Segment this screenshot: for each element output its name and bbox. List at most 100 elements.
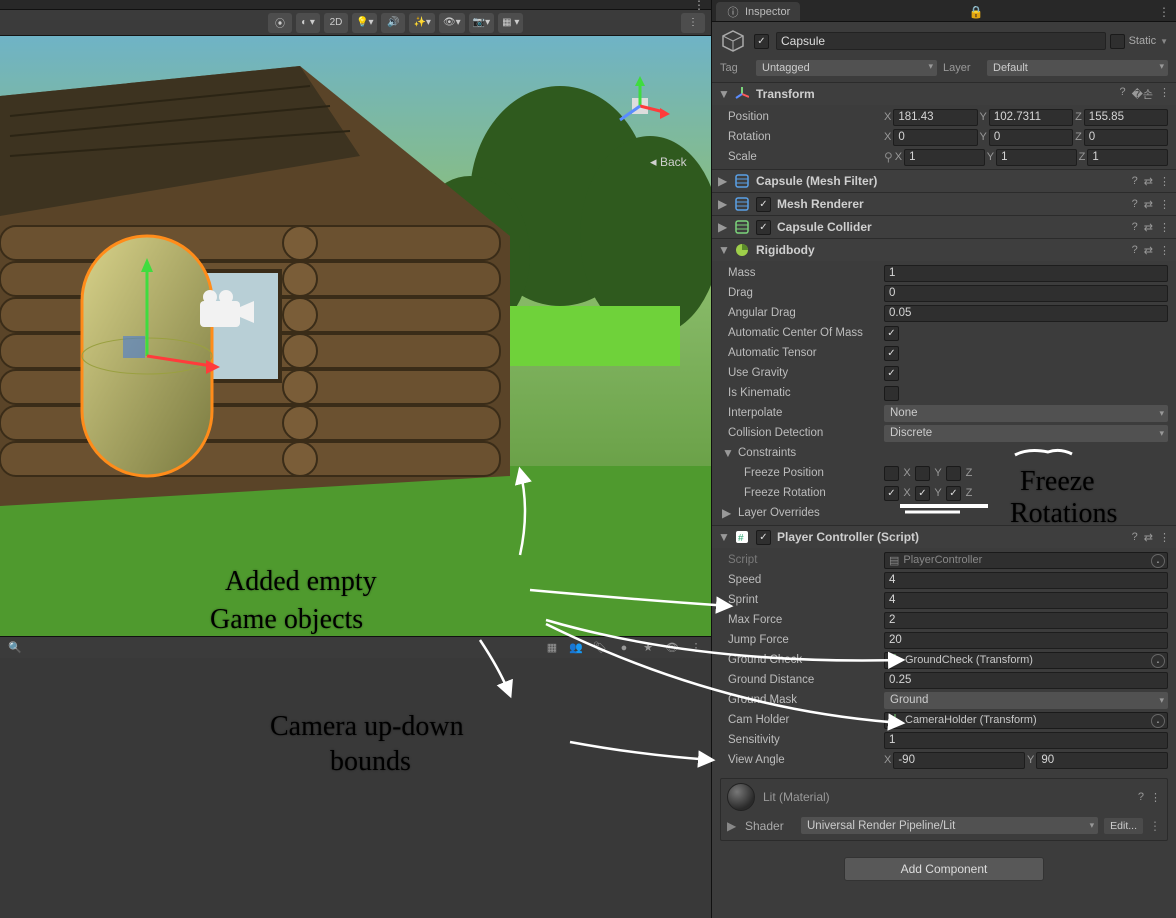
sb-icon-warning[interactable]: ● xyxy=(615,640,633,656)
scene-tool-hidden[interactable]: 👁▾ xyxy=(439,13,465,33)
viewangle-x[interactable] xyxy=(893,752,1025,769)
dd-collision[interactable]: Discrete xyxy=(884,425,1168,442)
menu-icon[interactable]: ⋮ xyxy=(1159,531,1170,544)
component-header-playercontroller[interactable]: ▼ # Player Controller (Script) ?⇄⋮ xyxy=(712,526,1176,548)
chk-kinematic[interactable] xyxy=(884,386,899,401)
static-checkbox[interactable] xyxy=(1110,34,1125,49)
scale-x[interactable] xyxy=(904,149,985,166)
scene-tool-2d[interactable]: 2D xyxy=(324,13,348,33)
rotation-z[interactable] xyxy=(1084,129,1168,146)
dd-interpolate[interactable]: None xyxy=(884,405,1168,422)
viewangle-y[interactable] xyxy=(1036,752,1168,769)
chk-autotensor[interactable] xyxy=(884,346,899,361)
sb-icon-menu[interactable]: ⋮ xyxy=(687,640,705,656)
help-icon[interactable]: ? xyxy=(1132,531,1138,544)
component-header-collapsed-1[interactable]: ▶ Mesh Renderer ?⇄⋮ xyxy=(712,193,1176,215)
scene-tool-menu[interactable]: ⋮ xyxy=(681,13,705,33)
scene-tool-shading[interactable]: ◐ ▾ xyxy=(296,13,320,33)
freezepos-y[interactable] xyxy=(915,466,930,481)
menu-icon[interactable]: ⋮ xyxy=(1159,244,1170,257)
freezepos-z[interactable] xyxy=(946,466,961,481)
dd-groundmask[interactable]: Ground xyxy=(884,692,1168,709)
scene-tool-gizmos[interactable]: ▦ ▾ xyxy=(498,13,523,33)
freezerot-x[interactable] xyxy=(884,486,899,501)
freezerot-z[interactable] xyxy=(946,486,961,501)
help-icon[interactable]: ? xyxy=(1132,244,1138,257)
scene-tool-light[interactable]: 💡▾ xyxy=(352,13,377,33)
help-icon[interactable]: ? xyxy=(1132,221,1138,234)
freezepos-x[interactable] xyxy=(884,466,899,481)
add-component-button[interactable]: Add Component xyxy=(844,857,1044,881)
link-icon[interactable]: ⚲ xyxy=(884,150,893,164)
menu-icon[interactable]: ⋮ xyxy=(1150,791,1161,804)
field-groundcheck[interactable]: GroundCheck (Transform) xyxy=(884,652,1168,669)
position-z[interactable] xyxy=(1084,109,1168,126)
field-sensitivity[interactable] xyxy=(884,732,1168,749)
component-header-collapsed-0[interactable]: ▶ Capsule (Mesh Filter) ?⇄⋮ xyxy=(712,170,1176,192)
component-enable-checkbox[interactable] xyxy=(756,197,771,212)
label-layeroverrides[interactable]: Layer Overrides xyxy=(736,507,896,519)
field-script[interactable]: ▤PlayerController xyxy=(884,552,1168,569)
preset-icon[interactable]: ⇄ xyxy=(1144,531,1153,544)
sb-icon-star[interactable]: ★ xyxy=(639,640,657,656)
freezerot-y[interactable] xyxy=(915,486,930,501)
component-header-collapsed-2[interactable]: ▶ Capsule Collider ?⇄⋮ xyxy=(712,216,1176,238)
scene-tool-audio[interactable]: 🔊 xyxy=(381,13,405,33)
sb-icon-hidden[interactable]: 👁 xyxy=(663,640,681,656)
field-maxforce[interactable] xyxy=(884,612,1168,629)
scene-tool-fx[interactable]: ✨▾ xyxy=(409,13,434,33)
menu-icon[interactable]: ⋮ xyxy=(1159,86,1170,102)
sb-icon-grid[interactable]: ▦ xyxy=(543,640,561,656)
scale-y[interactable] xyxy=(996,149,1077,166)
field-drag[interactable] xyxy=(884,285,1168,302)
component-enable-checkbox[interactable] xyxy=(756,530,771,545)
component-header-rigidbody[interactable]: ▼ Rigidbody ?⇄⋮ xyxy=(712,239,1176,261)
panel-menu-icon[interactable]: ⋮ xyxy=(1152,3,1176,21)
preset-icon[interactable]: ⇄ xyxy=(1144,198,1153,211)
preset-icon[interactable]: �손 xyxy=(1132,86,1153,102)
chk-autocom[interactable] xyxy=(884,326,899,341)
label-gravity: Use Gravity xyxy=(720,367,880,379)
help-icon[interactable]: ? xyxy=(1132,198,1138,211)
lock-icon[interactable]: 🔒 xyxy=(963,3,990,21)
scene-tool-camera[interactable]: 📷▾ xyxy=(469,13,494,33)
preset-icon[interactable]: ⇄ xyxy=(1144,244,1153,257)
preset-icon[interactable]: ⇄ xyxy=(1144,175,1153,188)
field-sprint[interactable] xyxy=(884,592,1168,609)
position-x[interactable] xyxy=(893,109,977,126)
scene-view[interactable]: ◂ Back xyxy=(0,36,711,636)
field-grounddist[interactable] xyxy=(884,672,1168,689)
search-icon[interactable]: 🔍 xyxy=(6,640,24,656)
layer-dropdown[interactable]: Default xyxy=(987,60,1168,76)
position-y[interactable] xyxy=(989,109,1073,126)
menu-icon[interactable]: ⋮ xyxy=(1159,221,1170,234)
field-angdrag[interactable] xyxy=(884,305,1168,322)
tab-inspector[interactable]: ⓘ Inspector xyxy=(716,2,800,21)
chk-gravity[interactable] xyxy=(884,366,899,381)
sb-icon-people[interactable]: 👥 xyxy=(567,640,585,656)
help-icon[interactable]: ? xyxy=(1138,791,1144,804)
panel-menu-icon[interactable]: ⋮ xyxy=(693,0,705,12)
dd-shader[interactable]: Universal Render Pipeline/Lit xyxy=(801,817,1098,834)
component-enable-checkbox[interactable] xyxy=(756,220,771,235)
edit-shader-button[interactable]: Edit... xyxy=(1104,818,1143,834)
gameobject-name-field[interactable] xyxy=(776,32,1106,50)
label-position: Position xyxy=(720,111,880,123)
menu-icon[interactable]: ⋮ xyxy=(1159,175,1170,188)
field-camholder[interactable]: CameraHolder (Transform) xyxy=(884,712,1168,729)
sb-icon-tag[interactable]: 🏷 xyxy=(591,640,609,656)
menu-icon[interactable]: ⋮ xyxy=(1159,198,1170,211)
gameobject-enable-checkbox[interactable] xyxy=(754,34,769,49)
tag-dropdown[interactable]: Untagged xyxy=(756,60,937,76)
scale-z[interactable] xyxy=(1087,149,1168,166)
preset-icon[interactable]: ⇄ xyxy=(1144,221,1153,234)
field-speed[interactable] xyxy=(884,572,1168,589)
field-mass[interactable] xyxy=(884,265,1168,282)
rotation-y[interactable] xyxy=(989,129,1073,146)
field-jumpforce[interactable] xyxy=(884,632,1168,649)
help-icon[interactable]: ? xyxy=(1119,86,1125,102)
rotation-x[interactable] xyxy=(893,129,977,146)
scene-tool-pivot[interactable]: ⦿ xyxy=(268,13,292,33)
component-header-transform[interactable]: ▼ Transform ?�손⋮ xyxy=(712,83,1176,105)
help-icon[interactable]: ? xyxy=(1132,175,1138,188)
